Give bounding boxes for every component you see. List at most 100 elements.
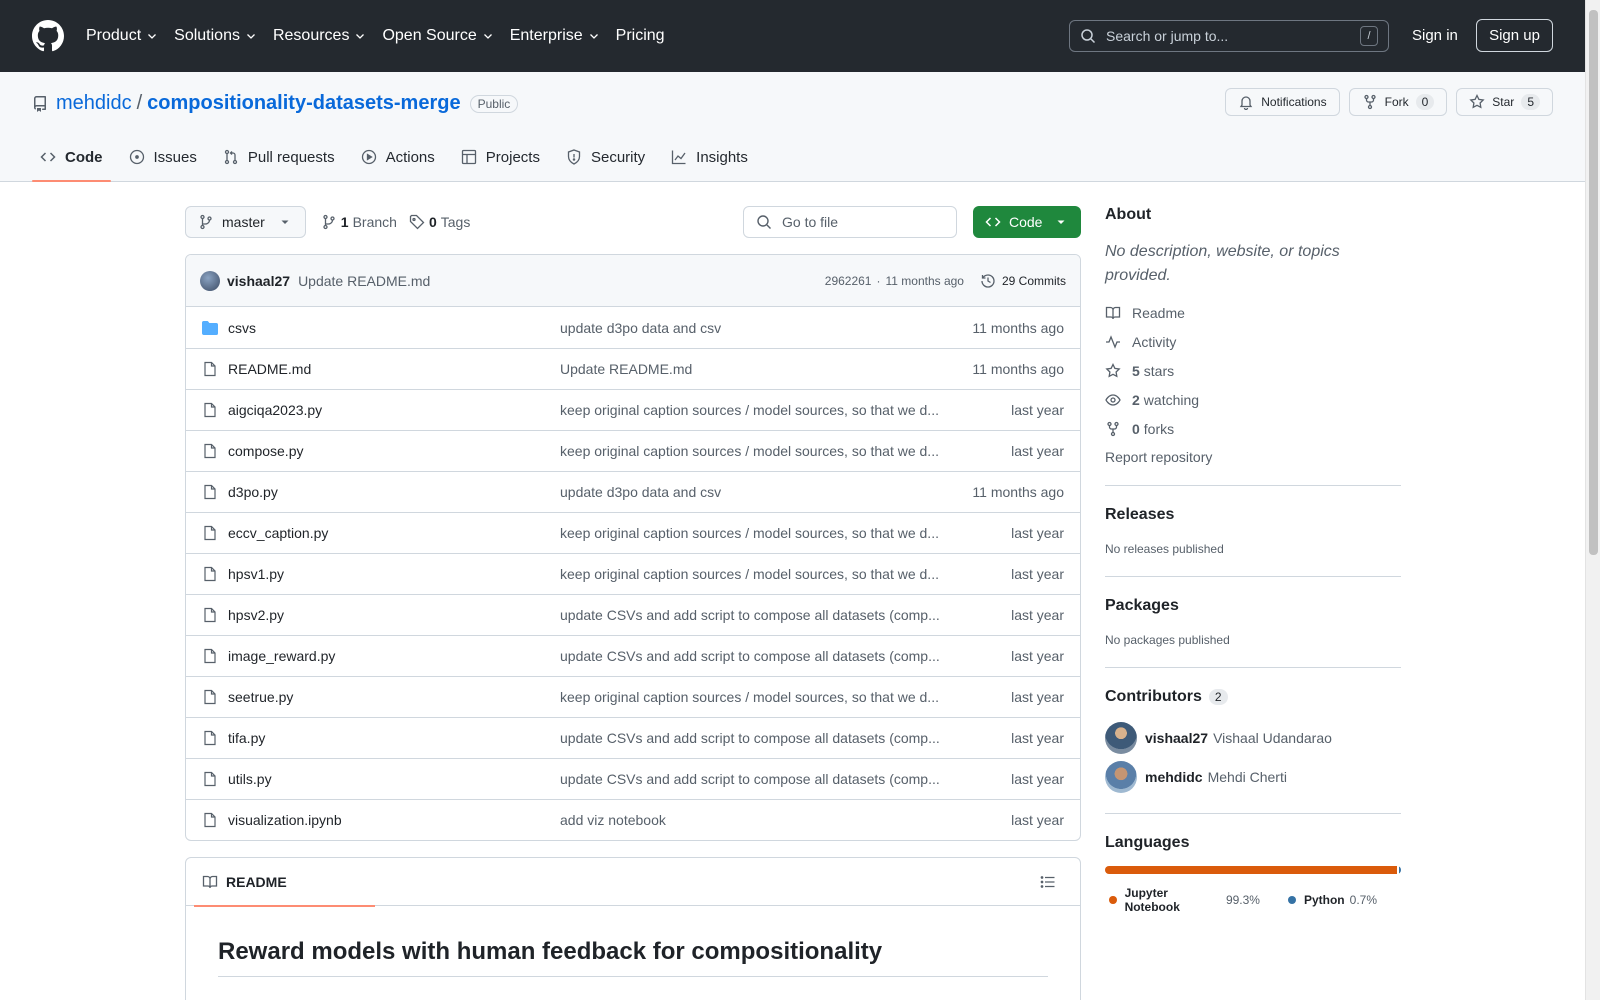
nav-label: Enterprise bbox=[509, 27, 583, 44]
language-bar-segment bbox=[1105, 866, 1397, 874]
tab-actions[interactable]: Actions bbox=[353, 133, 443, 181]
watching-link[interactable]: 2 watching bbox=[1105, 391, 1401, 408]
file-name-link[interactable]: aigciqa2023.py bbox=[228, 402, 560, 418]
star-button[interactable]: Star 5 bbox=[1456, 88, 1553, 116]
file-commit-message[interactable]: keep original caption sources / model so… bbox=[560, 566, 942, 582]
repo-actions: Notifications Fork 0 Star 5 bbox=[1216, 88, 1553, 116]
commit-message[interactable]: Update README.md bbox=[298, 273, 430, 289]
tab-projects[interactable]: Projects bbox=[453, 133, 548, 181]
nav-resources[interactable]: Resources bbox=[273, 27, 366, 45]
notifications-button[interactable]: Notifications bbox=[1225, 88, 1340, 116]
file-name-link[interactable]: csvs bbox=[228, 320, 560, 336]
sign-in-link[interactable]: Sign in bbox=[1412, 27, 1458, 44]
file-commit-message[interactable]: add viz notebook bbox=[560, 812, 942, 828]
contributor-item[interactable]: mehdidc Mehdi Cherti bbox=[1105, 761, 1401, 793]
file-name-link[interactable]: d3po.py bbox=[228, 484, 560, 500]
tags-link[interactable]: 0 Tags bbox=[409, 214, 470, 230]
file-commit-message[interactable]: update CSVs and add script to compose al… bbox=[560, 730, 942, 746]
branches-link[interactable]: 1 Branch bbox=[321, 214, 397, 230]
file-commit-message[interactable]: update d3po data and csv bbox=[560, 484, 942, 500]
file-name-link[interactable]: seetrue.py bbox=[228, 689, 560, 705]
nav-pricing[interactable]: Pricing bbox=[616, 27, 665, 45]
github-logo-icon[interactable] bbox=[32, 20, 64, 52]
file-name-link[interactable]: eccv_caption.py bbox=[228, 525, 560, 541]
file-name-link[interactable]: utils.py bbox=[228, 771, 560, 787]
branch-selector[interactable]: master bbox=[185, 206, 306, 238]
commit-hash[interactable]: 2962261 bbox=[825, 274, 872, 288]
language-dot bbox=[1287, 896, 1296, 904]
file-commit-message[interactable]: Update README.md bbox=[560, 361, 942, 377]
readme-link[interactable]: Readme bbox=[1105, 304, 1401, 321]
search-input[interactable]: Search or jump to... / bbox=[1069, 20, 1389, 52]
file-name-link[interactable]: hpsv2.py bbox=[228, 607, 560, 623]
report-repository-link[interactable]: Report repository bbox=[1105, 449, 1401, 465]
repo-owner-link[interactable]: mehdidc bbox=[56, 92, 132, 115]
avatar[interactable] bbox=[1105, 722, 1137, 754]
contributor-item[interactable]: vishaal27 Vishaal Udandarao bbox=[1105, 722, 1401, 754]
nav-product[interactable]: Product bbox=[86, 27, 158, 45]
search-icon bbox=[757, 215, 771, 229]
language-item[interactable]: Python 0.7% bbox=[1284, 893, 1377, 907]
stars-link[interactable]: 5 stars bbox=[1105, 362, 1401, 379]
file-commit-message[interactable]: keep original caption sources / model so… bbox=[560, 689, 942, 705]
language-legend: Jupyter Notebook 99.3% Python 0.7% bbox=[1105, 886, 1401, 914]
language-dot bbox=[1109, 896, 1117, 904]
table-row: visualization.ipynb add viz notebook last … bbox=[186, 799, 1080, 840]
star-label: Star bbox=[1492, 95, 1515, 109]
list-icon[interactable] bbox=[1040, 874, 1056, 890]
file-name-link[interactable]: tifa.py bbox=[228, 730, 560, 746]
contributor-name: Vishaal Udandarao bbox=[1213, 730, 1332, 746]
fork-label: Fork bbox=[1384, 95, 1409, 109]
table-row: utils.py update CSVs and add script to co… bbox=[186, 758, 1080, 799]
packages-heading[interactable]: Packages bbox=[1105, 597, 1401, 615]
latest-commit-bar: vishaal27 Update README.md 2962261 · 11 … bbox=[186, 255, 1080, 307]
file-commit-message[interactable]: keep original caption sources / model so… bbox=[560, 402, 942, 418]
go-to-file-input[interactable]: Go to file bbox=[743, 206, 957, 238]
eye-icon bbox=[1105, 393, 1121, 406]
nav-open-source[interactable]: Open Source bbox=[382, 27, 493, 45]
tab-security[interactable]: Security bbox=[558, 133, 653, 181]
tab-code[interactable]: Code bbox=[32, 133, 111, 182]
file-name-link[interactable]: image_reward.py bbox=[228, 648, 560, 664]
language-bar-segment bbox=[1398, 866, 1401, 874]
file-commit-message[interactable]: keep original caption sources / model so… bbox=[560, 525, 942, 541]
scrollbar-thumb[interactable] bbox=[1589, 10, 1598, 555]
avatar[interactable] bbox=[200, 270, 220, 291]
file-commit-message[interactable]: update CSVs and add script to compose al… bbox=[560, 607, 942, 623]
commits-link[interactable]: 29 Commits bbox=[980, 273, 1066, 289]
file-commit-message[interactable]: update CSVs and add script to compose al… bbox=[560, 771, 942, 787]
file-name-link[interactable]: hpsv1.py bbox=[228, 566, 560, 582]
tab-pull-requests[interactable]: Pull requests bbox=[215, 133, 343, 181]
contributors-heading[interactable]: Contributors 2 bbox=[1105, 688, 1401, 706]
file-commit-message[interactable]: update CSVs and add script to compose al… bbox=[560, 648, 942, 664]
file-commit-message[interactable]: keep original caption sources / model so… bbox=[560, 443, 942, 459]
file-commit-message[interactable]: update d3po data and csv bbox=[560, 320, 942, 336]
repo-name-link[interactable]: compositionality-datasets-merge bbox=[147, 92, 460, 115]
avatar[interactable] bbox=[1105, 761, 1137, 793]
scrollbar[interactable] bbox=[1585, 0, 1600, 1000]
global-header: Product Solutions Resources Open Source … bbox=[0, 0, 1600, 72]
notifications-label: Notifications bbox=[1261, 95, 1327, 109]
file-name-link[interactable]: visualization.ipynb bbox=[228, 812, 560, 828]
activity-link[interactable]: Activity bbox=[1105, 333, 1401, 350]
forks-link[interactable]: 0 forks bbox=[1105, 420, 1401, 437]
activity-label: Activity bbox=[1132, 333, 1177, 350]
sign-up-button[interactable]: Sign up bbox=[1476, 19, 1553, 52]
commit-author[interactable]: vishaal27 bbox=[227, 273, 290, 289]
file-name-link[interactable]: README.md bbox=[228, 361, 560, 377]
code-dropdown-button[interactable]: Code bbox=[973, 206, 1081, 238]
file-name-link[interactable]: compose.py bbox=[228, 443, 560, 459]
issue-icon bbox=[129, 149, 144, 165]
releases-heading[interactable]: Releases bbox=[1105, 506, 1401, 524]
language-item[interactable]: Jupyter Notebook 99.3% bbox=[1105, 886, 1260, 914]
readme-tab[interactable]: README bbox=[194, 858, 375, 907]
branch-icon bbox=[323, 214, 335, 230]
file-commit-date: 11 months ago bbox=[972, 319, 1064, 336]
fork-button[interactable]: Fork 0 bbox=[1348, 88, 1448, 116]
tab-insights[interactable]: Insights bbox=[663, 133, 756, 181]
file-commit-date: 11 months ago bbox=[972, 361, 1064, 377]
nav-solutions[interactable]: Solutions bbox=[174, 27, 257, 45]
tab-issues[interactable]: Issues bbox=[121, 133, 205, 181]
nav-enterprise[interactable]: Enterprise bbox=[510, 27, 600, 45]
search-placeholder: Search or jump to... bbox=[1106, 28, 1229, 44]
